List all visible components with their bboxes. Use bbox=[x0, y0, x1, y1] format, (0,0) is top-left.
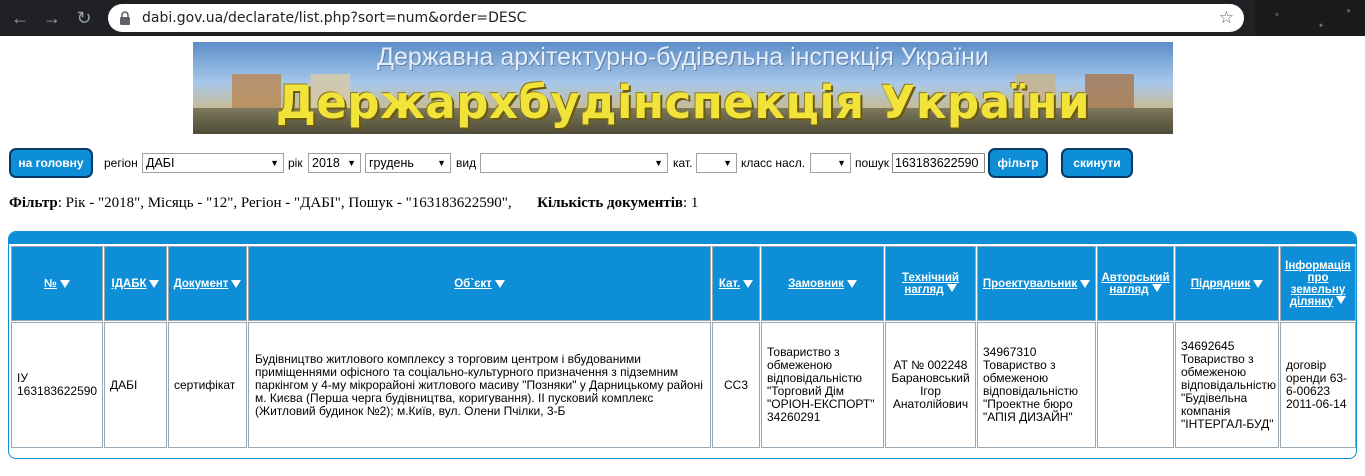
table-cell-tech-supervision: АТ № 002248 Барановський Ігор Анатолійов… bbox=[885, 322, 976, 448]
document-count-label: Кількість документів bbox=[537, 195, 683, 211]
cell-document-text: сертифікат bbox=[174, 377, 236, 392]
address-bar[interactable]: dabi.gov.ua/declarate/list.php?sort=num&… bbox=[108, 4, 1244, 32]
header-document-label: Документ bbox=[173, 277, 229, 290]
year-select-value: 2018 bbox=[312, 156, 340, 170]
declarations-table: № ІДАБК Документ Об`єкт Кат. Замовник Те… bbox=[8, 231, 1357, 459]
document-count-text: : 1 bbox=[682, 195, 699, 211]
cell-idabk-text: ДАБІ bbox=[110, 377, 138, 392]
banner-title: Держархбудінспекція України bbox=[275, 76, 1091, 129]
dropdown-arrow-icon: ▼ bbox=[723, 158, 732, 168]
header-object[interactable]: Об`єкт bbox=[248, 246, 711, 321]
header-number-label: № bbox=[44, 277, 57, 290]
region-select-value: ДАБІ bbox=[146, 156, 175, 170]
cell-designer-text: 34967310 Товариство з обмеженою відповід… bbox=[983, 345, 1078, 424]
region-select[interactable]: ДАБІ ▼ bbox=[142, 153, 284, 173]
header-land-info[interactable]: Інформація про земельну ділянку bbox=[1280, 246, 1356, 321]
year-select[interactable]: 2018 ▼ bbox=[308, 153, 361, 173]
table-cell-category: СС3 bbox=[712, 322, 760, 448]
sort-arrow-icon bbox=[846, 279, 857, 288]
cell-customer-text: Товариство з обмеженою відповідальністю … bbox=[767, 345, 875, 424]
month-select-value: грудень bbox=[369, 156, 414, 170]
header-object-label: Об`єкт bbox=[454, 277, 492, 290]
header-customer-label: Замовник bbox=[788, 277, 844, 290]
filter-summary-text: : Рік - "2018", Місяць - "12", Регіон - … bbox=[57, 195, 512, 211]
header-customer[interactable]: Замовник bbox=[761, 246, 884, 321]
dropdown-arrow-icon: ▼ bbox=[437, 158, 446, 168]
cell-land-info-text: договір оренди 63-6-00623 2011-06-14 bbox=[1286, 358, 1348, 411]
header-designer-label: Проектувальник bbox=[982, 277, 1078, 290]
header-contractor[interactable]: Підрядник bbox=[1175, 246, 1279, 321]
type-select[interactable]: ▼ bbox=[480, 153, 668, 173]
sort-arrow-icon bbox=[1080, 279, 1091, 288]
dropdown-arrow-icon: ▼ bbox=[654, 158, 663, 168]
sort-arrow-icon bbox=[149, 279, 160, 288]
header-tech-supervision[interactable]: Технічний нагляд bbox=[885, 246, 976, 321]
sort-arrow-icon bbox=[743, 279, 754, 288]
dropdown-arrow-icon: ▼ bbox=[347, 158, 356, 168]
class-label: класс насл. bbox=[741, 156, 806, 170]
filter-button[interactable]: фільтр bbox=[988, 148, 1048, 178]
site-banner: Державна архітектурно-будівельна інспекц… bbox=[193, 42, 1173, 134]
decorative-theme-area bbox=[1255, 0, 1365, 36]
header-category-label: Кат. bbox=[718, 277, 741, 290]
cell-category-text: СС3 bbox=[723, 377, 748, 392]
month-select[interactable]: грудень ▼ bbox=[365, 153, 451, 173]
cell-tech-supervision-text: АТ № 002248 Барановський Ігор Анатолійов… bbox=[891, 358, 970, 411]
search-label: пошук bbox=[855, 156, 890, 170]
reload-icon[interactable]: ↻ bbox=[72, 6, 96, 30]
sort-arrow-icon bbox=[1253, 279, 1264, 288]
table-cell-document: сертифікат bbox=[168, 322, 247, 448]
cell-number-text: ІУ 163183622590 bbox=[17, 371, 98, 398]
region-label: регіон bbox=[104, 156, 138, 170]
forward-icon[interactable]: → bbox=[40, 6, 64, 30]
sort-arrow-icon bbox=[231, 279, 242, 288]
table-top-bar bbox=[9, 232, 1356, 244]
header-contractor-label: Підрядник bbox=[1190, 277, 1251, 290]
cell-object-text: Будівництво житлового комплексу з торгов… bbox=[255, 351, 703, 418]
table-cell-customer: Товариство з обмеженою відповідальністю … bbox=[761, 322, 884, 448]
lock-icon bbox=[120, 11, 130, 25]
table-cell-designer: 34967310 Товариство з обмеженою відповід… bbox=[977, 322, 1096, 448]
header-document[interactable]: Документ bbox=[168, 246, 247, 321]
category-label: кат. bbox=[673, 156, 693, 170]
browser-toolbar: ← → ↻ dabi.gov.ua/declarate/list.php?sor… bbox=[0, 0, 1365, 36]
sort-arrow-icon bbox=[1151, 283, 1162, 292]
sort-arrow-icon bbox=[1336, 295, 1347, 304]
table-cell-idabk: ДАБІ bbox=[104, 322, 167, 448]
type-label: вид bbox=[456, 156, 477, 170]
category-select[interactable]: ▼ bbox=[696, 153, 737, 173]
sort-arrow-icon bbox=[946, 283, 957, 292]
banner-subtitle: Державна архітектурно-будівельна інспекц… bbox=[377, 43, 989, 71]
sort-arrow-icon bbox=[59, 279, 70, 288]
header-number[interactable]: № bbox=[11, 246, 103, 321]
bookmark-star-icon[interactable]: ☆ bbox=[1219, 8, 1234, 28]
header-author-supervision[interactable]: Авторський нагляд bbox=[1097, 246, 1174, 321]
dropdown-arrow-icon: ▼ bbox=[837, 158, 846, 168]
home-button[interactable]: на головну bbox=[9, 148, 93, 178]
filter-summary-label: Фільтр bbox=[9, 195, 58, 211]
header-designer[interactable]: Проектувальник bbox=[977, 246, 1096, 321]
header-category[interactable]: Кат. bbox=[712, 246, 760, 321]
cell-contractor-text: 34692645 Товариство з обмеженою відповід… bbox=[1181, 338, 1276, 431]
back-icon[interactable]: ← bbox=[8, 6, 32, 30]
search-input[interactable]: 163183622590 bbox=[892, 153, 985, 173]
table-cell-object: Будівництво житлового комплексу з торгов… bbox=[248, 322, 711, 448]
table-cell-contractor: 34692645 Товариство з обмеженою відповід… bbox=[1175, 322, 1279, 448]
url-text: dabi.gov.ua/declarate/list.php?sort=num&… bbox=[142, 10, 527, 26]
table-cell-number: ІУ 163183622590 bbox=[11, 322, 103, 448]
header-idabk-label: ІДАБК bbox=[111, 277, 147, 290]
filter-summary: Фільтр: Рік - "2018", Місяць - "12", Рег… bbox=[9, 195, 698, 212]
reset-button[interactable]: скинути bbox=[1061, 148, 1133, 178]
dropdown-arrow-icon: ▼ bbox=[270, 158, 279, 168]
table-cell-author-supervision bbox=[1097, 322, 1174, 448]
sort-arrow-icon bbox=[494, 279, 505, 288]
class-select[interactable]: ▼ bbox=[810, 153, 851, 173]
header-idabk[interactable]: ІДАБК bbox=[104, 246, 167, 321]
table-cell-land-info: договір оренди 63-6-00623 2011-06-14 bbox=[1280, 322, 1356, 448]
year-label: рік bbox=[288, 156, 303, 170]
